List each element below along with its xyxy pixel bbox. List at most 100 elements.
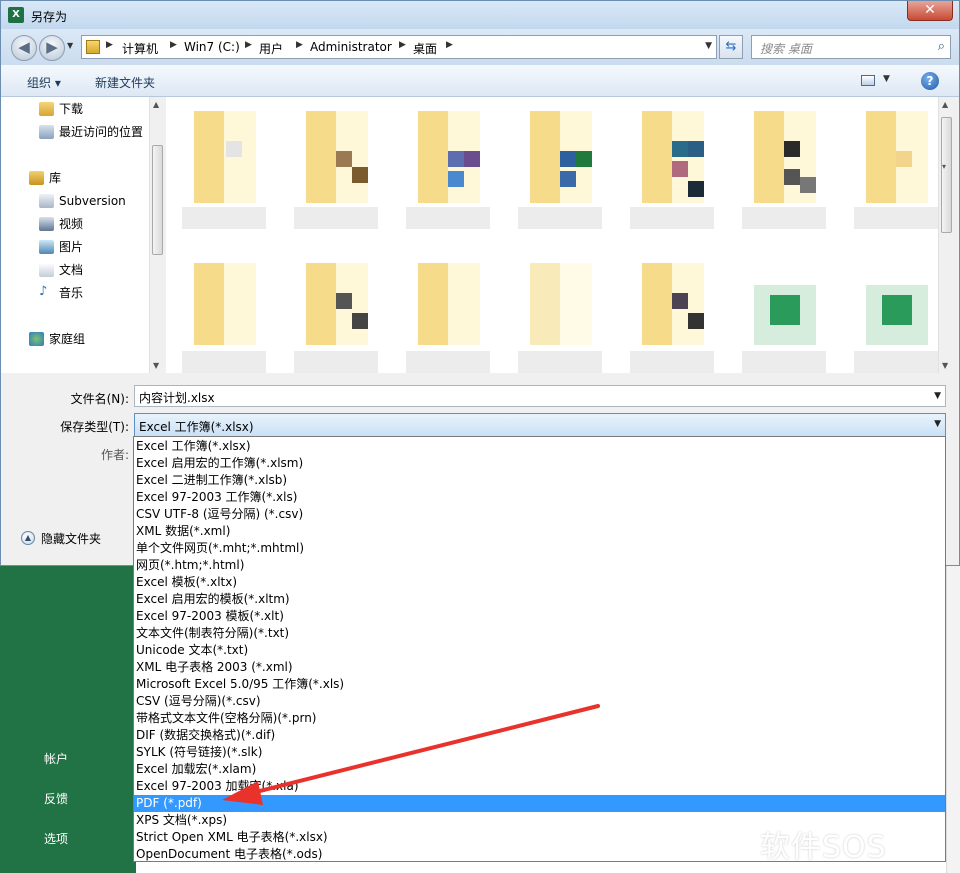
collapse-icon: ▲ — [21, 531, 35, 545]
view-options-icon[interactable] — [861, 75, 875, 86]
subversion-icon — [39, 194, 54, 208]
file-thumbnail[interactable] — [742, 255, 826, 395]
scroll-down-icon[interactable]: ▼ — [942, 361, 948, 370]
savetype-option[interactable]: Excel 97-2003 模板(*.xlt) — [134, 608, 945, 625]
chevron-right-icon[interactable]: ▶ — [296, 40, 303, 50]
savetype-option[interactable]: Microsoft Excel 5.0/95 工作簿(*.xls) — [134, 676, 945, 693]
organize-button[interactable]: 组织 ▾ — [27, 74, 61, 91]
savetype-option[interactable]: Excel 二进制工作簿(*.xlsb) — [134, 472, 945, 489]
savetype-select[interactable]: Excel 工作簿(*.xlsx) ▼ — [134, 413, 946, 437]
file-thumbnail[interactable] — [294, 255, 378, 395]
savetype-dropdown-list: Excel 工作簿(*.xlsx) Excel 启用宏的工作簿(*.xlsm) Ex… — [133, 436, 946, 862]
file-thumbnail[interactable] — [742, 103, 826, 243]
pictures-icon — [39, 240, 54, 254]
nav-item-label: Subversion — [59, 194, 126, 208]
chevron-right-icon[interactable]: ▶ — [399, 40, 406, 50]
file-thumbnail[interactable] — [182, 255, 266, 395]
savetype-option[interactable]: Excel 97-2003 加载宏(*.xla) — [134, 778, 945, 795]
search-input[interactable]: 搜索 桌面 ⌕ — [751, 35, 951, 59]
nav-item-recent[interactable]: 最近访问的位置 — [39, 123, 144, 141]
filename-input[interactable]: 内容计划.xlsx ▼ — [134, 385, 946, 407]
file-thumbnail[interactable] — [854, 103, 938, 243]
file-thumbnail[interactable] — [182, 103, 266, 243]
chevron-right-icon[interactable]: ▶ — [106, 40, 113, 50]
homegroup-icon — [29, 332, 44, 346]
chevron-right-icon[interactable]: ▶ — [170, 40, 177, 50]
savetype-option[interactable]: CSV UTF-8 (逗号分隔) (*.csv) — [134, 506, 945, 523]
savetype-option[interactable]: PDF (*.pdf) — [134, 795, 945, 812]
nav-item-subversion[interactable]: Subversion — [39, 192, 126, 210]
nav-item-music[interactable]: ♪ 音乐 — [39, 284, 84, 302]
address-dropdown-icon[interactable]: ▼ — [705, 41, 712, 51]
file-thumbnail[interactable] — [294, 103, 378, 243]
navigation-bar: ◀ ▶ ▼ ▶ 计算机 ▶ Win7 (C:) ▶ 用户 ▶ Administr… — [1, 29, 959, 65]
file-thumbnail[interactable] — [854, 255, 938, 395]
back-button[interactable]: ◀ — [11, 35, 37, 61]
chevron-down-icon[interactable]: ▼ — [934, 391, 941, 401]
file-list-scrollbar[interactable]: ▲ ▾ ▼ — [938, 97, 954, 373]
savetype-option[interactable]: Excel 启用宏的模板(*.xltm) — [134, 591, 945, 608]
nav-item-videos[interactable]: 视频 — [39, 215, 83, 233]
backstage-options[interactable]: 选项 — [44, 830, 68, 847]
savetype-option[interactable]: XML 数据(*.xml) — [134, 523, 945, 540]
savetype-option[interactable]: 单个文件网页(*.mht;*.mhtml) — [134, 540, 945, 557]
nav-item-homegroup[interactable]: 家庭组 — [29, 330, 85, 348]
nav-item-downloads[interactable]: 下载 — [39, 100, 84, 118]
savetype-option[interactable]: Excel 启用宏的工作簿(*.xlsm) — [134, 455, 945, 472]
savetype-option[interactable]: Excel 97-2003 工作簿(*.xls) — [134, 489, 945, 506]
backstage-account[interactable]: 帐户 — [44, 750, 68, 767]
view-dropdown-icon[interactable]: ▼ — [883, 74, 890, 84]
savetype-option[interactable]: 网页(*.htm;*.html) — [134, 557, 945, 574]
search-icon[interactable]: ⌕ — [938, 39, 945, 54]
nav-item-label: 下载 — [59, 102, 84, 116]
recent-places-icon — [39, 125, 54, 139]
new-folder-button[interactable]: 新建文件夹 — [95, 74, 155, 91]
chevron-right-icon[interactable]: ▶ — [446, 40, 453, 50]
breadcrumb-drive[interactable]: Win7 (C:) — [184, 40, 240, 54]
savetype-option[interactable]: Excel 模板(*.xltx) — [134, 574, 945, 591]
savetype-option[interactable]: Excel 工作簿(*.xlsx) — [134, 438, 945, 455]
file-thumbnail[interactable] — [630, 255, 714, 395]
breadcrumb-desktop[interactable]: 桌面 — [413, 40, 437, 57]
nav-pane-scrollbar[interactable]: ▲ ▼ — [149, 97, 165, 373]
title-bar: X 另存为 ✕ — [1, 1, 959, 29]
savetype-option[interactable]: 文本文件(制表符分隔)(*.txt) — [134, 625, 945, 642]
help-icon[interactable]: ? — [921, 72, 939, 90]
chevron-down-icon[interactable]: ▼ — [934, 419, 941, 429]
nav-item-libraries[interactable]: 库 — [29, 169, 61, 187]
refresh-button[interactable]: ⇆ — [719, 35, 743, 59]
breadcrumb-users[interactable]: 用户 — [259, 40, 283, 57]
nav-item-pictures[interactable]: 图片 — [39, 238, 84, 256]
breadcrumb-computer[interactable]: 计算机 — [122, 40, 158, 57]
documents-icon — [39, 263, 54, 277]
scroll-down-icon[interactable]: ▼ — [153, 361, 159, 370]
savetype-option[interactable]: 带格式文本文件(空格分隔)(*.prn) — [134, 710, 945, 727]
scrollbar-thumb[interactable] — [941, 117, 952, 233]
nav-item-label: 最近访问的位置 — [59, 125, 144, 139]
savetype-option[interactable]: Excel 加载宏(*.xlam) — [134, 761, 945, 778]
chevron-right-icon[interactable]: ▶ — [245, 40, 252, 50]
savetype-option[interactable]: XML 电子表格 2003 (*.xml) — [134, 659, 945, 676]
savetype-option[interactable]: Unicode 文本(*.txt) — [134, 642, 945, 659]
nav-item-label: 音乐 — [59, 286, 84, 300]
nav-item-label: 图片 — [59, 240, 84, 254]
breadcrumb-administrator[interactable]: Administrator — [310, 40, 392, 54]
address-bar[interactable]: ▶ 计算机 ▶ Win7 (C:) ▶ 用户 ▶ Administrator ▶… — [81, 35, 717, 59]
nav-item-documents[interactable]: 文档 — [39, 261, 83, 279]
history-dropdown-icon[interactable]: ▼ — [67, 41, 73, 50]
forward-button[interactable]: ▶ — [39, 35, 65, 61]
close-button[interactable]: ✕ — [907, 1, 953, 21]
savetype-option[interactable]: SYLK (符号链接)(*.slk) — [134, 744, 945, 761]
backstage-feedback[interactable]: 反馈 — [44, 790, 68, 807]
file-thumbnail[interactable] — [406, 103, 490, 243]
file-thumbnail[interactable] — [406, 255, 490, 395]
watermark: 软件SOS — [760, 830, 887, 865]
scrollbar-thumb[interactable] — [152, 145, 163, 255]
savetype-option[interactable]: DIF (数据交换格式)(*.dif) — [134, 727, 945, 744]
file-thumbnail[interactable] — [518, 103, 602, 243]
scroll-up-icon[interactable]: ▲ — [153, 100, 159, 109]
file-thumbnail[interactable] — [518, 255, 602, 395]
file-thumbnail[interactable] — [630, 103, 714, 243]
scroll-up-icon[interactable]: ▲ — [942, 100, 948, 109]
savetype-option[interactable]: CSV (逗号分隔)(*.csv) — [134, 693, 945, 710]
